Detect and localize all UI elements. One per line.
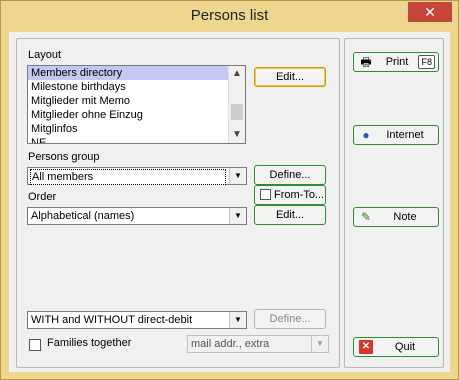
layout-edit-button[interactable]: Edit... (254, 67, 326, 87)
quit-button[interactable]: ✕ Quit (353, 337, 439, 357)
scroll-down-icon[interactable]: ▼ (229, 127, 245, 143)
layout-label: Layout (28, 49, 62, 61)
internet-label: Internet (386, 129, 424, 141)
layout-item[interactable]: Mitglieder mit Memo (28, 94, 245, 108)
persons-group-define-button[interactable]: Define... (254, 165, 326, 185)
note-icon: ✎ (360, 210, 372, 224)
printer-icon: 🖶 (360, 55, 372, 69)
scroll-up-icon[interactable]: ▲ (229, 66, 245, 82)
note-button[interactable]: ✎ Note (353, 207, 439, 227)
order-edit-button[interactable]: Edit... (254, 205, 326, 225)
layout-item[interactable]: Milestone birthdays (28, 80, 245, 94)
title-bar: Persons list ✕ (1, 1, 458, 31)
quit-label: Quit (394, 341, 416, 353)
mail-address-select: mail addr., extra ▼ (187, 335, 329, 353)
persons-list-window: Persons list ✕ Layout Members directory … (0, 0, 459, 380)
window-title: Persons list (190, 7, 269, 24)
note-label: Note (393, 211, 417, 223)
chevron-down-icon[interactable]: ▼ (229, 208, 246, 224)
print-shortcut-key: F8 (418, 55, 435, 69)
close-button[interactable]: ✕ (408, 2, 452, 22)
options-group: Layout Members directory Milestone birth… (16, 38, 340, 368)
layout-scrollbar[interactable]: ▲ ▼ (228, 66, 245, 143)
from-to-button[interactable]: From-To... (254, 185, 326, 205)
order-value: Alphabetical (names) (31, 210, 135, 222)
order-label: Order (28, 191, 57, 203)
layout-item[interactable]: Members directory (28, 66, 245, 80)
scroll-thumb[interactable] (231, 104, 243, 120)
direct-debit-select[interactable]: WITH and WITHOUT direct-debit ▼ (27, 311, 247, 329)
chevron-down-icon[interactable]: ▼ (229, 168, 246, 184)
direct-debit-define-button: Define... (254, 309, 326, 329)
layout-item[interactable]: Mitglieder ohne Einzug (28, 108, 245, 122)
mail-address-value: mail addr., extra (191, 338, 270, 350)
internet-button[interactable]: ● Internet (353, 125, 439, 145)
families-together-label[interactable]: Families together (47, 337, 131, 349)
client-area: Layout Members directory Milestone birth… (9, 32, 450, 372)
print-button[interactable]: 🖶 Print F8 (353, 52, 439, 72)
from-to-label: From-To... (274, 189, 325, 201)
globe-icon: ● (362, 128, 370, 142)
direct-debit-value: WITH and WITHOUT direct-debit (31, 314, 193, 326)
layout-item[interactable]: Mitglinfos (28, 122, 245, 136)
chevron-down-icon[interactable]: ▼ (229, 312, 246, 328)
actions-group: 🖶 Print F8 ● Internet ✎ Note ✕ Quit (344, 38, 444, 368)
quit-icon: ✕ (359, 340, 373, 354)
families-together-checkbox[interactable] (29, 339, 41, 351)
persons-group-label: Persons group (28, 151, 100, 163)
layout-item[interactable]: NE (28, 136, 245, 143)
order-select[interactable]: Alphabetical (names) ▼ (27, 207, 247, 225)
from-to-checkbox[interactable] (260, 189, 271, 200)
persons-group-value: All members (30, 169, 226, 185)
chevron-down-icon: ▼ (311, 336, 328, 352)
layout-listbox[interactable]: Members directory Milestone birthdays Mi… (27, 65, 246, 144)
persons-group-select[interactable]: All members ▼ (27, 167, 247, 185)
print-label: Print (385, 56, 409, 68)
